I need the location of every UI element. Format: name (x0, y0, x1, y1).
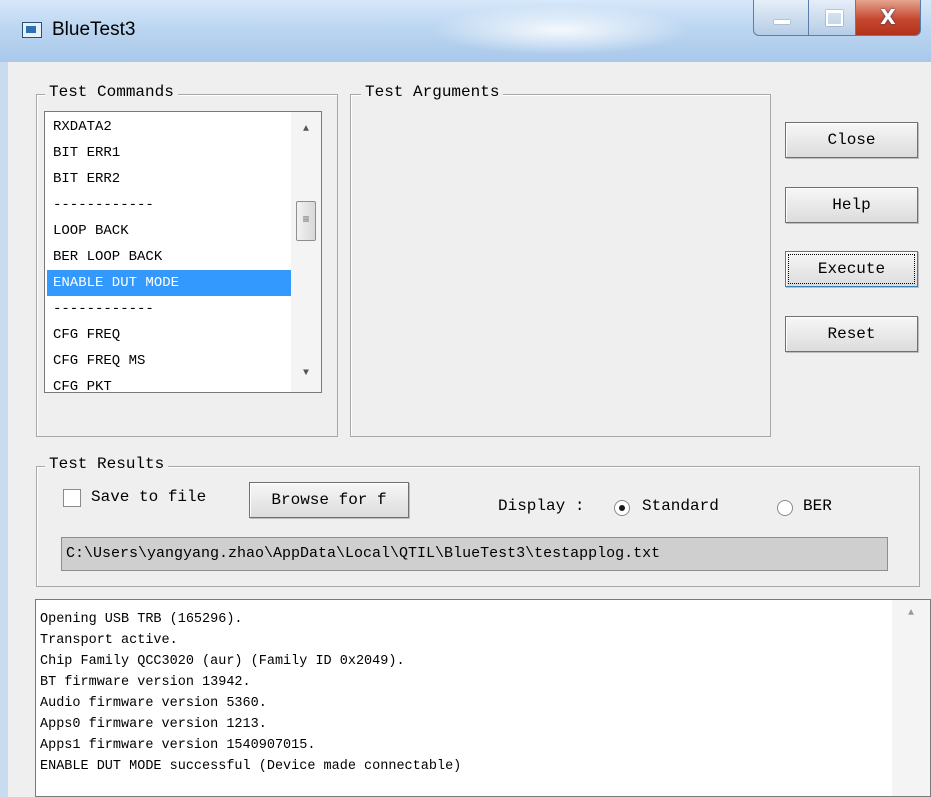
test-results-legend: Test Results (45, 455, 169, 473)
log-line: Transport active. (40, 633, 178, 648)
scroll-up-arrow-icon[interactable]: ▲ (291, 118, 321, 142)
list-item[interactable]: LOOP BACK (47, 218, 293, 244)
ber-label[interactable]: BER (803, 497, 832, 515)
save-to-file-checkbox[interactable] (63, 489, 81, 507)
help-button[interactable]: Help (785, 187, 918, 223)
close-icon: X (880, 5, 896, 29)
log-line: Opening USB TRB (165296). (40, 612, 243, 627)
scroll-down-arrow-icon[interactable]: ▼ (291, 362, 321, 386)
close-button[interactable]: Close (785, 122, 918, 158)
log-output[interactable]: Opening USB TRB (165296). Transport activ… (35, 599, 931, 797)
execute-button[interactable]: Execute (785, 251, 918, 287)
minimize-icon (774, 20, 790, 24)
log-line: Apps0 firmware version 1213. (40, 717, 267, 732)
list-item[interactable]: CFG FREQ MS (47, 348, 293, 374)
list-item[interactable]: CFG PKT (47, 374, 293, 392)
title-bar[interactable]: BlueTest3 X (0, 0, 931, 62)
list-item[interactable]: ------------ (47, 296, 293, 322)
list-item[interactable]: BER LOOP BACK (47, 244, 293, 270)
test-commands-scrollbar[interactable]: ▲ ≡ ▼ (291, 112, 321, 392)
browse-button[interactable]: Browse for f (249, 482, 409, 518)
list-item[interactable]: ------------ (47, 192, 293, 218)
log-line: Apps1 firmware version 1540907015. (40, 738, 316, 753)
list-item[interactable]: RXDATA2 (47, 114, 293, 140)
test-arguments-legend: Test Arguments (361, 83, 504, 101)
list-item[interactable]: BIT ERR2 (47, 166, 293, 192)
log-line: Audio firmware version 5360. (40, 696, 267, 711)
test-commands-listbox[interactable]: RXDATA2 BIT ERR1 BIT ERR2 ------------ LOOP … (44, 111, 322, 393)
close-window-button[interactable]: X (855, 0, 921, 36)
log-line: BT firmware version 13942. (40, 675, 251, 690)
minimize-button[interactable] (753, 0, 809, 36)
save-to-file-label[interactable]: Save to file (91, 488, 206, 506)
standard-radio[interactable] (614, 500, 630, 516)
list-item[interactable]: CFG FREQ (47, 322, 293, 348)
bluetest3-window: BlueTest3 X Test Commands RXDATA2 BIT ERR… (0, 0, 931, 797)
maximize-icon (826, 10, 843, 26)
log-scroll-up-arrow-icon[interactable]: ▲ (892, 608, 930, 619)
list-item[interactable]: ENABLE DUT MODE (47, 270, 293, 296)
log-scrollbar[interactable]: ▲ (892, 600, 930, 796)
test-arguments-group: Test Arguments (350, 83, 771, 437)
list-item[interactable]: BIT ERR1 (47, 140, 293, 166)
standard-label[interactable]: Standard (642, 497, 719, 515)
log-path-field[interactable]: C:\Users\yangyang.zhao\AppData\Local\QTI… (61, 537, 888, 571)
ber-radio[interactable] (777, 500, 793, 516)
app-icon[interactable] (22, 22, 42, 38)
scroll-thumb[interactable]: ≡ (296, 201, 316, 241)
log-line: Chip Family QCC3020 (aur) (Family ID 0x2… (40, 654, 405, 669)
reset-button[interactable]: Reset (785, 316, 918, 352)
maximize-button[interactable] (808, 0, 856, 36)
window-title: BlueTest3 (52, 19, 136, 40)
title-bar-glow (430, 5, 690, 55)
log-line: ENABLE DUT MODE successful (Device made … (40, 759, 462, 774)
test-commands-legend: Test Commands (45, 83, 178, 101)
display-label: Display : (498, 497, 585, 515)
